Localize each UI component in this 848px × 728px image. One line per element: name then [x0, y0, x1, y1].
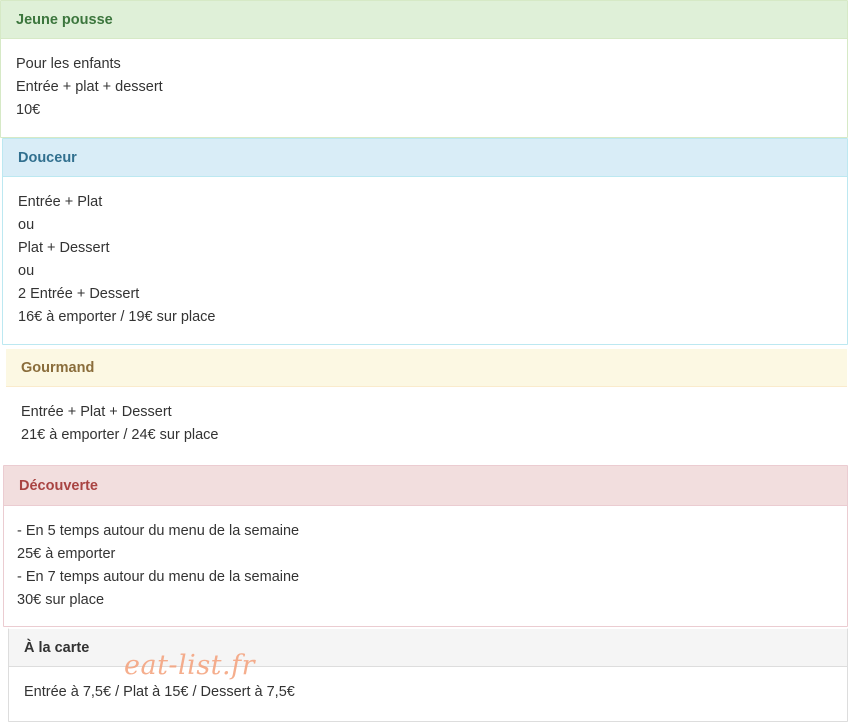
menu-title: Douceur — [3, 139, 847, 177]
menu-description: Entrée + Plat + Dessert 21€ à emporter /… — [6, 387, 847, 463]
menu-price: 30€ sur place — [17, 592, 105, 608]
menu-line: - En 7 temps autour du menu de la semain… — [17, 569, 300, 585]
menu-line: Entrée + Plat + Dessert — [21, 404, 172, 420]
menu-line: Entrée + Plat — [18, 194, 103, 210]
menu-line: Pour les enfants — [16, 56, 121, 72]
menu-description: - En 5 temps autour du menu de la semain… — [4, 506, 847, 628]
menu-title: Jeune pousse — [1, 1, 847, 39]
menu-panel-gourmand: Gourmand Entrée + Plat + Dessert 21€ à e… — [5, 348, 848, 463]
menu-line: ou — [18, 217, 35, 233]
menu-panel-douceur: Douceur Entrée + Plat ou Plat + Dessert … — [2, 138, 848, 345]
menu-line: Plat + Dessert — [18, 240, 110, 256]
menu-line: ou — [18, 263, 35, 279]
menu-panel-jeune-pousse: Jeune pousse Pour les enfants Entrée + p… — [0, 0, 848, 138]
menu-price: 16€ à emporter / 19€ sur place — [18, 309, 216, 325]
menu-panel-decouverte: Découverte - En 5 temps autour du menu d… — [3, 465, 848, 627]
menu-line: - En 5 temps autour du menu de la semain… — [17, 523, 300, 539]
menu-title: Gourmand — [6, 349, 847, 387]
menu-price: 21€ à emporter / 24€ sur place — [21, 427, 219, 443]
menu-description: Entrée + Plat ou Plat + Dessert ou 2 Ent… — [3, 177, 847, 345]
menu-title: Découverte — [4, 466, 847, 506]
menu-price: Entrée à 7,5€ / Plat à 15€ / Dessert à 7… — [24, 684, 295, 700]
menu-price: 25€ à emporter — [17, 546, 116, 562]
menu-line: 2 Entrée + Dessert — [18, 286, 140, 302]
watermark-logo: eat-list.fr — [124, 650, 256, 681]
menu-line: Entrée + plat + dessert — [16, 79, 163, 95]
menu-price: 10€ — [16, 102, 41, 118]
menu-description: Pour les enfants Entrée + plat + dessert… — [1, 39, 847, 138]
